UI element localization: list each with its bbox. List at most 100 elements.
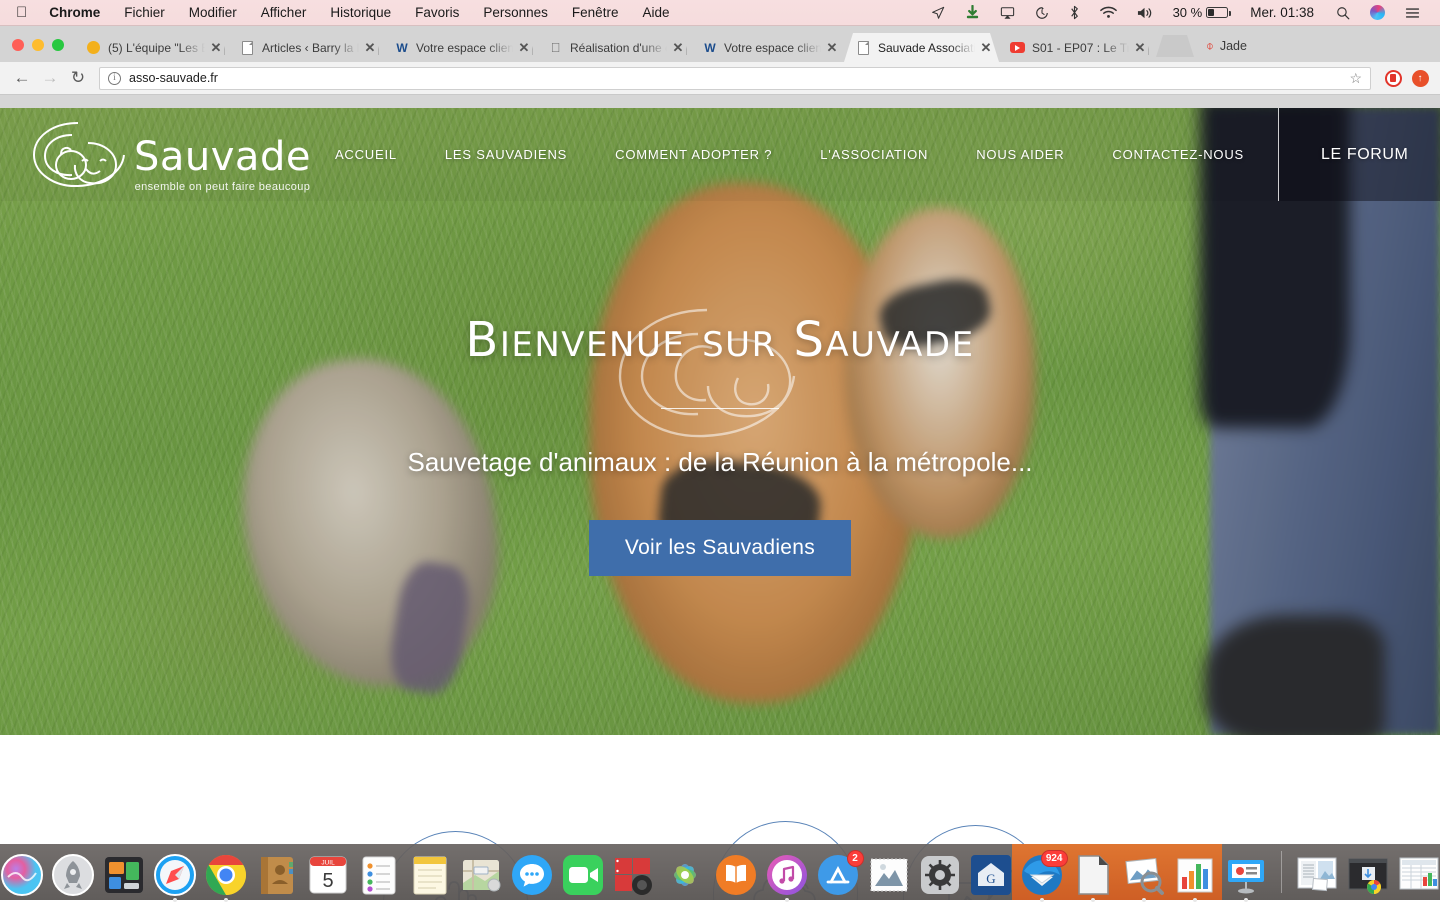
close-window-button[interactable] (12, 39, 24, 51)
nav-item-accueil[interactable]: ACCUEIL (311, 147, 421, 162)
star-icon[interactable]: ☆ (1349, 70, 1362, 87)
profile-button[interactable]: ⌽ Jade (1206, 38, 1247, 62)
apple-menu-icon[interactable]:  (14, 0, 37, 26)
minimize-window-button[interactable] (32, 39, 44, 51)
adblock-extension-icon[interactable] (1381, 66, 1405, 90)
mac-dock: JUIL5 (0, 844, 1440, 900)
document-icon (856, 40, 871, 55)
dock-item-ibooks[interactable] (714, 853, 758, 897)
dock-item-calendar[interactable]: JUIL5 (306, 853, 350, 897)
document-icon (240, 40, 255, 55)
dock-item-system-preferences[interactable] (918, 853, 962, 897)
dock-stack-recent[interactable] (1397, 853, 1440, 897)
menu-item-historique[interactable]: Historique (318, 0, 403, 26)
logo-wordmark: Sauvade (134, 137, 311, 177)
menu-item-afficher[interactable]: Afficher (249, 0, 319, 26)
dock-item-mail[interactable] (867, 853, 911, 897)
dock-item-reminders[interactable] (357, 853, 401, 897)
menu-item-aide[interactable]: Aide (630, 0, 681, 26)
nav-item-comment-adopter[interactable]: COMMENT ADOPTER ? (591, 147, 796, 162)
nav-item-lassociation[interactable]: L'ASSOCIATION (796, 147, 952, 162)
bluetooth-icon[interactable] (1059, 0, 1090, 26)
orange-dot-icon (86, 40, 101, 55)
dock-item-numbers[interactable] (1173, 853, 1217, 897)
info-circle-icon[interactable]: i (108, 72, 121, 85)
dock-item-photos[interactable] (663, 853, 707, 897)
nav-item-contactez-nous[interactable]: CONTACTEZ-NOUS (1088, 147, 1268, 162)
reload-icon[interactable]: ↻ (64, 64, 92, 92)
dock-item-thunderbird[interactable]: 924 (1020, 853, 1064, 897)
back-arrow-icon[interactable]: ← (8, 64, 36, 92)
dock-item-gandi[interactable]: G (969, 853, 1013, 897)
menu-bar-clock[interactable]: Mer. 01:38 (1238, 5, 1326, 20)
updown-extension-icon[interactable]: ↑ (1408, 66, 1432, 90)
airplay-icon[interactable] (990, 0, 1025, 26)
browser-tab-6-active[interactable]: Sauvade Association |... ✕ (844, 33, 999, 62)
site-header: Sauvade ensemble on peut faire beaucoup … (0, 108, 1440, 201)
forward-arrow-icon[interactable]: → (36, 64, 64, 92)
nav-item-le-forum[interactable]: LE FORUM (1299, 146, 1430, 164)
tab-title: Réalisation d'une capt... (570, 41, 669, 55)
wifi-icon[interactable] (1090, 0, 1127, 26)
address-bar[interactable]: i asso-sauvade.fr ☆ (99, 67, 1371, 90)
tab-title: Votre espace client W... (416, 41, 515, 55)
browser-tab-7[interactable]: S01 - EP07 : Le Train ... ✕ (998, 33, 1153, 62)
hero-cta-button[interactable]: Voir les Sauvadiens (589, 520, 851, 576)
tab-close-icon[interactable]: ✕ (825, 41, 839, 55)
window-controls[interactable] (0, 39, 74, 62)
dock-item-notes[interactable] (408, 853, 452, 897)
dock-stack-documents[interactable] (1295, 853, 1339, 897)
dock-item-contacts[interactable] (255, 853, 299, 897)
site-logo[interactable]: Sauvade ensemble on peut faire beaucoup (28, 117, 311, 193)
tab-close-icon[interactable]: ✕ (979, 41, 993, 55)
dock-item-libreoffice-writer[interactable] (1071, 853, 1115, 897)
tab-close-icon[interactable]: ✕ (517, 41, 531, 55)
profile-icon: ⌽ (1206, 38, 1214, 54)
browser-tab-4[interactable]:  Réalisation d'une capt... ✕ (536, 33, 691, 62)
browser-tab-1[interactable]: (5) L'équipe "Les Bons... ✕ (74, 33, 229, 62)
hero-content: Bienvenue sur Sauvade Sauvetage d'animau… (0, 108, 1440, 735)
browser-tab-3[interactable]: W Votre espace client W... ✕ (382, 33, 537, 62)
menu-item-chrome[interactable]: Chrome (37, 0, 112, 26)
menu-item-modifier[interactable]: Modifier (177, 0, 249, 26)
dock-item-safari[interactable] (153, 853, 197, 897)
hero-subtitle: Sauvetage d'animaux : de la Réunion à la… (407, 447, 1032, 478)
dock-item-itunes[interactable] (765, 853, 809, 897)
dock-item-siri[interactable] (0, 853, 44, 897)
menu-item-fichier[interactable]: Fichier (112, 0, 177, 26)
tab-close-icon[interactable]: ✕ (209, 41, 223, 55)
browser-tab-2[interactable]: Articles ‹ Barry la Frai... ✕ (228, 33, 383, 62)
dock-item-messages[interactable] (510, 853, 554, 897)
menu-item-fenetre[interactable]: Fenêtre (560, 0, 631, 26)
tab-close-icon[interactable]: ✕ (1133, 41, 1147, 55)
app-store-badge: 2 (847, 850, 864, 867)
dock-stack-downloads[interactable] (1346, 853, 1390, 897)
download-icon[interactable] (955, 0, 990, 26)
maximize-window-button[interactable] (52, 39, 64, 51)
siri-icon[interactable] (1360, 0, 1395, 26)
dock-item-photobooth[interactable] (612, 853, 656, 897)
battery-status[interactable]: 30 % (1163, 0, 1239, 26)
dock-item-facetime[interactable] (561, 853, 605, 897)
menu-item-personnes[interactable]: Personnes (471, 0, 560, 26)
menu-item-favoris[interactable]: Favoris (403, 0, 471, 26)
notification-center-icon[interactable] (1395, 0, 1430, 26)
dock-item-app-store[interactable]: 2 (816, 853, 860, 897)
dock-item-keynote[interactable] (1224, 853, 1268, 897)
volume-icon[interactable] (1127, 0, 1163, 26)
time-machine-icon[interactable] (1025, 0, 1059, 26)
nav-item-nous-aider[interactable]: NOUS AIDER (952, 147, 1088, 162)
tab-close-icon[interactable]: ✕ (363, 41, 377, 55)
battery-icon (1206, 7, 1228, 18)
browser-tab-5[interactable]: W Votre espace client W... ✕ (690, 33, 845, 62)
spotlight-search-icon[interactable] (1326, 0, 1360, 26)
nav-item-les-sauvadiens[interactable]: LES SAUVADIENS (421, 147, 591, 162)
new-tab-button[interactable] (1154, 33, 1194, 62)
tab-close-icon[interactable]: ✕ (671, 41, 685, 55)
location-arrow-icon[interactable] (921, 0, 955, 26)
dock-item-chrome[interactable] (204, 853, 248, 897)
dock-item-mission-control[interactable] (102, 853, 146, 897)
dock-item-preview[interactable] (1122, 853, 1166, 897)
dock-item-launchpad[interactable] (51, 853, 95, 897)
dock-item-maps[interactable] (459, 853, 503, 897)
